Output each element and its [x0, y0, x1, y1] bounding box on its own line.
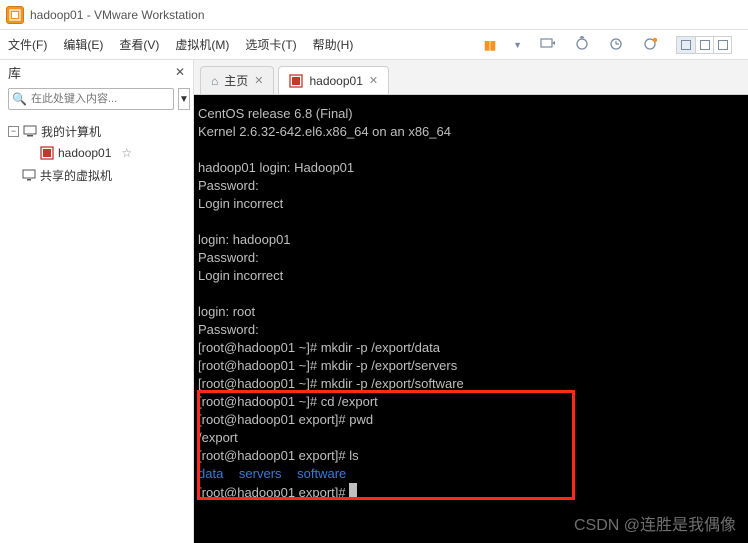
toolbar-dropdown-icon[interactable]: ▼ — [513, 40, 522, 50]
snapshot-icon[interactable] — [574, 36, 590, 53]
terminal[interactable]: CentOS release 6.8 (Final) Kernel 2.6.32… — [194, 95, 748, 543]
tabbar: ⌂ 主页 ✕ hadoop01 ✕ — [194, 60, 748, 95]
library-sidebar: 库 ✕ 🔍 ▼ − 我的计算机 hadoop01 ☆ 共享的虚拟机 — [0, 60, 194, 543]
tree-my-computer[interactable]: − 我的计算机 — [8, 120, 185, 142]
watermark: CSDN @连胜是我偶像 — [574, 511, 736, 535]
menu-tabs[interactable]: 选项卡(T) — [245, 36, 296, 53]
home-icon: ⌂ — [211, 74, 218, 88]
search-icon: 🔍 — [12, 92, 27, 106]
vm-tab-icon — [289, 74, 303, 88]
vm-tree: − 我的计算机 hadoop01 ☆ 共享的虚拟机 — [0, 116, 193, 190]
tab-home[interactable]: ⌂ 主页 ✕ — [200, 66, 274, 94]
menu-file[interactable]: 文件(F) — [8, 36, 47, 53]
tab-hadoop01[interactable]: hadoop01 ✕ — [278, 66, 389, 94]
library-title: 库 — [8, 63, 21, 82]
terminal-cursor — [349, 483, 357, 497]
pause-icon[interactable]: ▮▮ — [484, 38, 495, 52]
app-icon — [6, 6, 24, 24]
main-area: ⌂ 主页 ✕ hadoop01 ✕ CentOS release 6.8 (Fi… — [194, 60, 748, 543]
menubar: 文件(F) 编辑(E) 查看(V) 虚拟机(M) 选项卡(T) 帮助(H) ▮▮… — [0, 30, 748, 60]
menu-edit[interactable]: 编辑(E) — [63, 36, 103, 53]
shared-icon — [22, 168, 36, 182]
tab-close-icon[interactable]: ✕ — [254, 74, 263, 87]
close-icon[interactable]: ✕ — [175, 65, 185, 79]
tab-close-icon[interactable]: ✕ — [369, 74, 378, 87]
tab-vm-label: hadoop01 — [309, 74, 362, 88]
window-title: hadoop01 - VMware Workstation — [30, 8, 205, 22]
favorite-star-icon[interactable]: ☆ — [121, 146, 132, 160]
tree-label-hadoop01: hadoop01 — [58, 146, 111, 160]
tree-shared-vms[interactable]: 共享的虚拟机 — [8, 164, 185, 186]
send-icon[interactable] — [540, 36, 556, 53]
vm-icon — [40, 146, 54, 160]
tree-label-my-computer: 我的计算机 — [41, 123, 101, 140]
revert-icon[interactable] — [642, 36, 658, 53]
menu-view[interactable]: 查看(V) — [119, 36, 159, 53]
tree-label-shared: 共享的虚拟机 — [40, 167, 112, 184]
collapse-icon[interactable]: − — [8, 126, 19, 137]
computer-icon — [23, 124, 37, 138]
tree-vm-hadoop01[interactable]: hadoop01 ☆ — [8, 142, 185, 164]
clock-icon[interactable] — [608, 36, 624, 53]
search-input[interactable] — [8, 88, 174, 110]
menu-help[interactable]: 帮助(H) — [313, 36, 354, 53]
layout-icons[interactable] — [676, 36, 732, 54]
titlebar: hadoop01 - VMware Workstation — [0, 0, 748, 30]
tab-home-label: 主页 — [224, 72, 248, 89]
menu-vm[interactable]: 虚拟机(M) — [175, 36, 229, 53]
toolbar-icons: ▮▮ ▼ — [484, 36, 740, 54]
search-dropdown-icon[interactable]: ▼ — [178, 88, 190, 110]
